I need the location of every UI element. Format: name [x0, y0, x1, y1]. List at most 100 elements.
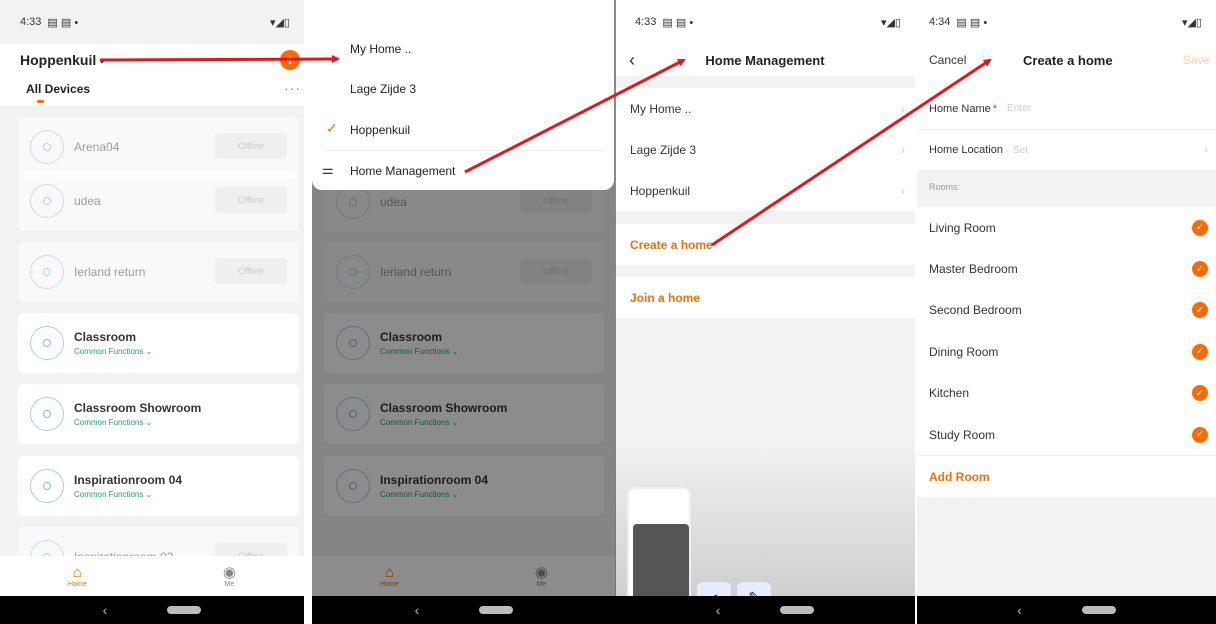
- status-bar: 4:34 ▤ ▤ • ▾◢▯: [917, 0, 1216, 44]
- menu-item-lage-zijde[interactable]: Lage Zijde 3: [350, 82, 416, 96]
- offline-badge: Offline: [215, 187, 287, 213]
- room-list: Living Room ✓ Master Bedroom ✓ Second Bedr…: [917, 207, 1216, 498]
- android-nav-bar: ‹: [917, 596, 1216, 624]
- required-marker: *: [992, 102, 998, 115]
- device-card[interactable]: udea Offline: [18, 171, 299, 231]
- tab-home[interactable]: ⌂ Home: [68, 556, 87, 596]
- home-name-field[interactable]: Home Name * Enter: [917, 88, 1216, 129]
- title-bar: ‹ Home Management: [615, 44, 915, 76]
- tab-me[interactable]: ◉ Me: [223, 556, 236, 596]
- room-name: Study Room: [929, 427, 996, 442]
- wifi-icon: ▾◢▯: [880, 16, 901, 29]
- add-icon[interactable]: +: [280, 50, 300, 70]
- home-row-label: Hoppenkuil: [630, 183, 691, 198]
- home-dropdown-menu: My Home .. Lage Zijde 3 ✓ Hoppenkuil ⚌ H…: [312, 0, 614, 190]
- create-home-button[interactable]: Create a home: [615, 224, 915, 265]
- tab-indicator: [37, 100, 44, 103]
- home-management-screen: 4:33 ▤ ▤ • ▾◢▯ ‹ Home Management My Home …: [615, 0, 915, 624]
- join-group: Join a home: [615, 277, 915, 318]
- room-item[interactable]: Kitchen ✓: [917, 373, 1216, 414]
- home-nav-pill[interactable]: [780, 606, 815, 614]
- rooms-label: Rooms:: [929, 182, 961, 192]
- device-name: Classroom Showroom: [74, 401, 202, 415]
- home-row[interactable]: My Home .. ›: [615, 88, 915, 129]
- home-location-field[interactable]: Home Location Set ›: [917, 129, 1216, 170]
- wifi-icon: ▾◢▯: [1181, 16, 1202, 29]
- check-icon[interactable]: ✓: [1192, 302, 1208, 319]
- menu-item-my-home[interactable]: My Home ..: [350, 42, 411, 56]
- check-icon[interactable]: ✓: [1192, 219, 1208, 236]
- menu-item-hoppenkuil[interactable]: Hoppenkuil: [350, 123, 410, 137]
- offline-badge: Offline: [215, 258, 287, 284]
- room-item[interactable]: Study Room ✓: [917, 414, 1216, 455]
- save-button[interactable]: Save: [1183, 53, 1210, 67]
- room-name: Kitchen: [929, 386, 970, 401]
- notification-icon: ▤ ▤ •: [47, 16, 79, 29]
- device-icon: [30, 184, 64, 218]
- common-functions-link[interactable]: Common Functions ⌄: [74, 347, 152, 356]
- home-icon: ⌂: [72, 563, 82, 581]
- profile-icon: ◉: [222, 563, 236, 581]
- device-card[interactable]: Inspirationroom 04 Common Functions ⌄: [18, 456, 299, 516]
- back-nav-icon[interactable]: ‹: [415, 602, 420, 618]
- status-time: 4:34: [929, 16, 951, 28]
- home-selector[interactable]: Hoppenkuil ⌄: [20, 52, 106, 68]
- common-functions-link[interactable]: Common Functions ⌄: [74, 490, 182, 499]
- tab-all-devices[interactable]: All Devices: [26, 82, 90, 96]
- back-nav-icon[interactable]: ‹: [103, 602, 108, 618]
- check-icon[interactable]: ✓: [1192, 385, 1208, 402]
- home-list: My Home .. › Lage Zijde 3 › Hoppenkuil ›: [615, 88, 915, 211]
- back-icon[interactable]: ‹: [629, 50, 635, 71]
- home-row[interactable]: Lage Zijde 3 ›: [615, 129, 915, 170]
- home-nav-pill[interactable]: [479, 606, 514, 614]
- device-card[interactable]: Classroom Showroom Common Functions ⌄: [18, 384, 299, 444]
- device-name: Ierland return: [74, 265, 146, 279]
- check-icon[interactable]: ✓: [1192, 261, 1208, 278]
- room-name: Master Bedroom: [929, 262, 1018, 277]
- home-name-input[interactable]: Enter: [1007, 103, 1031, 114]
- check-icon[interactable]: ✓: [1192, 343, 1208, 360]
- page-title: Create a home: [1023, 52, 1113, 68]
- status-bar: 4:33 ▤ ▤ • ▾◢▯: [0, 0, 304, 44]
- home-row[interactable]: Hoppenkuil ›: [615, 170, 915, 211]
- home-nav-pill[interactable]: [167, 606, 202, 614]
- check-icon[interactable]: ✓: [1192, 426, 1208, 443]
- menu-item-home-management[interactable]: Home Management: [350, 164, 455, 178]
- home-nav-pill[interactable]: [1081, 606, 1116, 614]
- create-group: Create a home: [615, 224, 915, 265]
- device-name: Classroom: [74, 330, 137, 344]
- more-icon[interactable]: ···: [284, 80, 301, 96]
- back-nav-icon[interactable]: ‹: [1017, 602, 1022, 618]
- device-icon: [30, 469, 64, 503]
- home-name: Hoppenkuil: [20, 52, 97, 68]
- home-location-label: Home Location: [929, 144, 1003, 156]
- room-item[interactable]: Living Room ✓: [917, 207, 1216, 248]
- room-item[interactable]: Second Bedroom ✓: [917, 290, 1216, 331]
- tab-home-label: Home: [68, 580, 87, 588]
- notification-icon: ▤ ▤ •: [662, 16, 694, 29]
- title-bar: Cancel Create a home Save: [917, 44, 1216, 76]
- screenshot-thumbnail[interactable]: [627, 487, 691, 612]
- tab-me-label: Me: [224, 580, 235, 588]
- device-card[interactable]: Classroom Common Functions ⌄: [18, 313, 299, 373]
- chevron-right-icon: ›: [901, 142, 905, 157]
- home-dropdown-screen: udea Offline Ierland return Offline Clas…: [312, 0, 616, 624]
- room-item[interactable]: Master Bedroom ✓: [917, 248, 1216, 289]
- cancel-button[interactable]: Cancel: [929, 53, 966, 67]
- create-home-label: Create a home: [630, 237, 713, 252]
- join-home-button[interactable]: Join a home: [615, 277, 915, 318]
- create-home-screen: 4:34 ▤ ▤ • ▾◢▯ Cancel Create a home Save …: [917, 0, 1216, 624]
- back-nav-icon[interactable]: ‹: [716, 602, 721, 618]
- add-room-button[interactable]: Add Room: [917, 455, 1216, 497]
- device-card[interactable]: Ierland return Offline: [18, 242, 299, 302]
- offline-badge: Offline: [215, 133, 287, 159]
- common-functions-link[interactable]: Common Functions ⌄: [74, 418, 201, 427]
- chevron-right-icon: ›: [1204, 144, 1208, 156]
- settings-sliders-icon: ⚌: [322, 162, 334, 177]
- page-title: Home Management: [705, 52, 825, 68]
- device-icon: [30, 130, 64, 164]
- notification-icon: ▤ ▤ •: [956, 16, 988, 29]
- chevron-down-icon: ⌄: [98, 54, 106, 65]
- device-card[interactable]: Arena04 Offline: [18, 117, 299, 177]
- room-item[interactable]: Dining Room ✓: [917, 331, 1216, 372]
